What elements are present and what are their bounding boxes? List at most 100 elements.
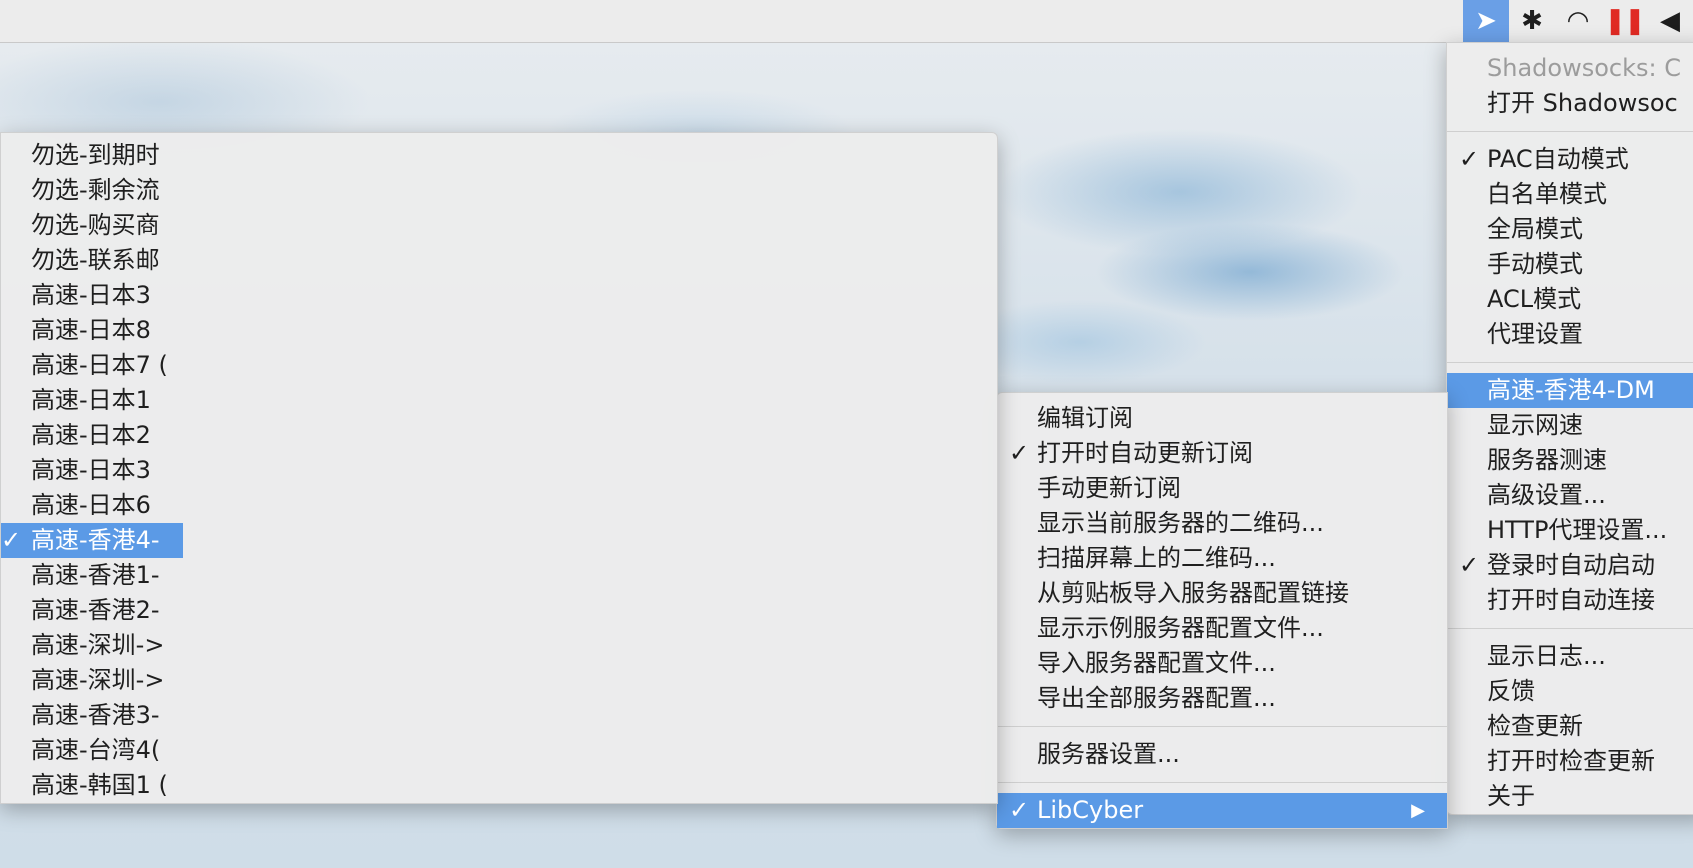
misc-item-label: 关于 [1487,782,1535,810]
check-icon: ✓ [1459,551,1480,579]
server-item-label: 勿选-联系邮 [31,246,160,274]
server-item[interactable]: ✓ 高速-香港4- [1,523,183,558]
server-item[interactable]: 高速-深圳-> [1,628,997,663]
mode-item[interactable]: 全局模式 [1447,212,1693,247]
subscription-item-label: 导出全部服务器配置... [1037,684,1276,712]
server-item[interactable]: 高速-深圳-> [1,663,997,698]
subscription-item[interactable]: 导出全部服务器配置... [997,681,1447,716]
group-libcyber-item[interactable]: ✓ LibCyber ▶ [997,793,1447,828]
server-item[interactable]: 高速-香港1- [1,558,997,593]
server-list: 勿选-到期时勿选-剩余流 勿选-购买商勿选-联系邮 高速-日本3 高速-日本8 高速-日… [1,138,997,803]
options-list: 显示网速服务器测速高级设置... HTTP代理设置... ✓ 登录时自动启动 打开时自动… [1447,408,1693,618]
option-item-label: 高级设置... [1487,481,1606,509]
separator [997,782,1447,783]
separator [1447,628,1693,629]
subscription-item[interactable]: 从剪贴板导入服务器配置链接 [997,576,1447,611]
server-item[interactable]: 高速-日本3 [1,278,997,313]
misc-item[interactable]: 显示日志... [1447,639,1693,674]
wifi-icon[interactable]: ◠ [1555,0,1601,42]
check-icon: ✓ [1459,145,1480,173]
shadowsocks-paper-plane-icon[interactable]: ➤ [1463,0,1509,42]
subscription-item-label: 显示示例服务器配置文件... [1037,614,1324,642]
mode-item-label: 白名单模式 [1487,180,1607,208]
server-submenu: 编辑订阅 ✓ 打开时自动更新订阅 手动更新订阅 显示当前服务器的二维码... 扫描屏幕上的… [996,392,1448,829]
server-item[interactable]: 勿选-到期时 [1,138,997,173]
mode-item-label: PAC自动模式 [1487,145,1629,173]
subscription-item[interactable]: ✓ 打开时自动更新订阅 [997,436,1447,471]
server-item-label: 高速-香港2- [31,596,160,624]
subscription-item[interactable]: 手动更新订阅 [997,471,1447,506]
server-item[interactable]: 高速-日本2 [1,418,997,453]
subscription-item-label: 打开时自动更新订阅 [1037,439,1253,467]
submenu-arrow-icon: ▶ [1411,800,1425,821]
option-item[interactable]: HTTP代理设置... [1447,513,1693,548]
subscription-item-label: 手动更新订阅 [1037,474,1181,502]
server-item[interactable]: 高速-日本7 ( [1,348,997,383]
misc-item[interactable]: 打开时检查更新 [1447,744,1693,779]
volume-icon[interactable]: ◀ [1647,0,1693,42]
server-item[interactable]: 高速-韩国1 ( [1,768,997,803]
server-item-label: 勿选-到期时 [31,141,160,169]
mode-item[interactable]: 白名单模式 [1447,177,1693,212]
option-item[interactable]: ✓ 登录时自动启动 [1447,548,1693,583]
server-item[interactable]: 高速-香港2- [1,593,997,628]
mode-item[interactable]: 手动模式 [1447,247,1693,282]
option-item-label: 服务器测速 [1487,446,1607,474]
subscription-item[interactable]: 导入服务器配置文件... [997,646,1447,681]
separator [997,726,1447,727]
misc-list: 显示日志... 反馈检查更新打开时检查更新 关于 [1447,639,1693,814]
check-icon: ✓ [1009,439,1030,467]
option-item[interactable]: 服务器测速 [1447,443,1693,478]
mode-item[interactable]: ✓ PAC自动模式 [1447,142,1693,177]
server-item[interactable]: 高速-香港3- [1,698,997,733]
subscription-item[interactable]: 显示示例服务器配置文件... [997,611,1447,646]
server-item[interactable]: 勿选-购买商 [1,208,997,243]
server-item[interactable]: 高速-日本1 [1,383,997,418]
mode-list: ✓ PAC自动模式 白名单模式 全局模式 手动模式 ACL模式 代理设置 [1447,142,1693,352]
misc-item-label: 检查更新 [1487,712,1583,740]
misc-item-label: 反馈 [1487,677,1535,705]
mode-item[interactable]: ACL模式 [1447,282,1693,317]
server-item-label: 高速-日本6 [31,491,151,519]
option-item[interactable]: 高级设置... [1447,478,1693,513]
misc-item[interactable]: 检查更新 [1447,709,1693,744]
bluetooth-icon[interactable]: ✱ [1509,0,1555,42]
subscription-item[interactable]: 显示当前服务器的二维码... [997,506,1447,541]
server-item-label: 高速-日本1 [31,386,151,414]
subscription-item[interactable]: 编辑订阅 [997,401,1447,436]
server-item-label: 高速-深圳-> [31,666,165,694]
server-item-label: 高速-日本3 [31,456,151,484]
misc-item[interactable]: 关于 [1447,779,1693,814]
server-item[interactable]: 勿选-剩余流 [1,173,997,208]
server-item-label: 高速-香港1- [31,561,160,589]
pause-icon[interactable]: ❚❚ [1601,0,1647,42]
option-item-label: HTTP代理设置... [1487,516,1668,544]
mode-item-label: 代理设置 [1487,320,1583,348]
separator [1447,362,1693,363]
server-item[interactable]: 勿选-联系邮 [1,243,997,278]
open-app-item[interactable]: 打开 Shadowsoc [1447,86,1693,121]
server-item-label: 高速-日本3 [31,281,151,309]
misc-item-label: 打开时检查更新 [1487,747,1655,775]
option-item[interactable]: 打开时自动连接 [1447,583,1693,618]
server-settings-item[interactable]: 服务器设置... [997,737,1447,772]
server-item-label: 高速-韩国1 ( [31,771,168,799]
check-icon: ✓ [1009,796,1030,824]
status-item: Shadowsocks: C [1487,54,1681,82]
server-item-label: 高速-日本2 [31,421,151,449]
misc-item-label: 显示日志... [1487,642,1606,670]
server-item-label: 高速-香港3- [31,701,160,729]
misc-item[interactable]: 反馈 [1447,674,1693,709]
server-item[interactable]: 高速-日本8 [1,313,997,348]
server-item[interactable]: 高速-日本3 [1,453,997,488]
mode-item[interactable]: 代理设置 [1447,317,1693,352]
server-list-item[interactable]: 高速-香港4-DM [1447,373,1693,408]
server-item-label: 高速-日本7 ( [31,351,168,379]
server-item[interactable]: 高速-日本6 [1,488,997,523]
option-item[interactable]: 显示网速 [1447,408,1693,443]
subscription-item-label: 编辑订阅 [1037,404,1133,432]
subscription-list: 编辑订阅 ✓ 打开时自动更新订阅 手动更新订阅 显示当前服务器的二维码... 扫描屏幕上的… [997,401,1447,716]
subscription-item[interactable]: 扫描屏幕上的二维码... [997,541,1447,576]
server-item-label: 高速-深圳-> [31,631,165,659]
server-item[interactable]: 高速-台湾4( [1,733,997,768]
